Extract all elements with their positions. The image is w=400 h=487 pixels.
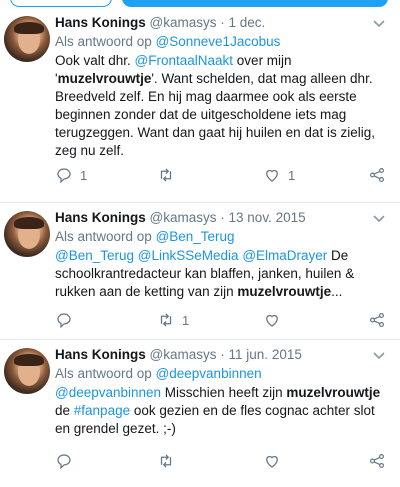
reply-to-prefix: Als antwoord op <box>55 229 156 244</box>
highlighted-term: muzelvrouwtje <box>237 284 332 299</box>
share-button[interactable] <box>368 310 386 330</box>
follow-button-partial[interactable] <box>10 0 112 7</box>
tweet-header: Hans Konings @kamasys · 11 jun. 2015 <box>55 346 386 364</box>
like-icon <box>266 314 278 327</box>
retweet-button[interactable]: 1 <box>157 310 189 330</box>
mention-link[interactable]: @ElmaDrayer <box>242 248 327 263</box>
tweet-date[interactable]: 13 nov. 2015 <box>229 210 306 225</box>
reply-to-handle[interactable]: @Ben_Terug <box>156 229 235 244</box>
separator: · <box>220 15 225 30</box>
author-handle[interactable]: @kamasys <box>150 210 217 225</box>
tweet[interactable]: Hans Konings @kamasys · 1 dec. Als antwo… <box>0 8 400 203</box>
author-handle[interactable]: @kamasys <box>150 347 217 362</box>
share-icon <box>370 454 384 468</box>
reply-icon <box>57 168 71 184</box>
chevron-down-icon[interactable] <box>372 348 386 362</box>
retweet-button[interactable] <box>157 451 182 471</box>
highlighted-term: muzelvrouwtje <box>57 71 152 86</box>
reply-button[interactable] <box>55 451 80 471</box>
mention-link[interactable]: @LinkSSeMedia <box>138 248 239 263</box>
tweet-date[interactable]: 1 dec. <box>229 15 266 30</box>
reply-to-prefix: Als antwoord op <box>55 366 156 381</box>
reply-to-handle[interactable]: @Sonneve1Jacobus <box>156 34 281 49</box>
primary-button-partial[interactable] <box>122 0 388 7</box>
tweet[interactable]: Hans Konings @kamasys · 13 nov. 2015 Als… <box>0 203 400 340</box>
author-name[interactable]: Hans Konings <box>55 347 146 362</box>
tweet-text-segment: Misschien heeft zijn <box>161 385 287 400</box>
like-icon <box>266 169 278 182</box>
tweet-header: Hans Konings @kamasys · 13 nov. 2015 <box>55 209 386 227</box>
tweet-text: Ook valt dhr. @FrontaalNaakt over mijn '… <box>55 52 386 160</box>
reply-icon <box>57 454 71 470</box>
avatar[interactable] <box>4 348 50 394</box>
reply-count: 1 <box>80 167 88 183</box>
reply-to-line: Als antwoord op @Ben_Terug <box>55 228 386 246</box>
reply-icon <box>57 313 71 329</box>
reply-button[interactable]: 1 <box>55 165 87 185</box>
share-icon <box>370 313 384 327</box>
reply-to-prefix: Als antwoord op <box>55 34 156 49</box>
tweet[interactable]: Hans Konings @kamasys · 11 jun. 2015 Als… <box>0 340 400 487</box>
retweet-count: 1 <box>182 312 190 328</box>
tweet-text-segment: de <box>55 403 74 418</box>
author-handle[interactable]: @kamasys <box>150 15 217 30</box>
like-button[interactable] <box>263 451 288 471</box>
tweet-text-segment: ... <box>331 284 343 299</box>
retweet-icon <box>160 454 172 468</box>
mention-link[interactable]: @FrontaalNaakt <box>135 53 234 68</box>
reply-to-line: Als antwoord op @deepvanbinnen <box>55 365 386 383</box>
mention-link[interactable]: @Ben_Terug <box>55 248 134 263</box>
tweet-date[interactable]: 11 jun. 2015 <box>229 347 302 362</box>
retweet-icon <box>160 168 172 182</box>
like-count: 1 <box>288 167 296 183</box>
reply-to-line: Als antwoord op @Sonneve1Jacobus <box>55 33 386 51</box>
tweet-actions <box>55 451 386 471</box>
tweet-text-segment: Ook valt dhr. <box>55 53 135 68</box>
separator: · <box>220 210 225 225</box>
retweet-icon <box>160 313 172 327</box>
like-icon <box>266 455 278 468</box>
like-button[interactable]: 1 <box>263 165 295 185</box>
share-button[interactable] <box>368 165 386 185</box>
top-buttons-partial <box>0 0 400 8</box>
tweet-header: Hans Konings @kamasys · 1 dec. <box>55 14 386 32</box>
author-name[interactable]: Hans Konings <box>55 210 146 225</box>
tweet-text: @Ben_Terug @LinkSSeMedia @ElmaDrayer De … <box>55 247 386 301</box>
hashtag-link[interactable]: #fanpage <box>74 403 130 418</box>
share-icon <box>370 168 384 182</box>
highlighted-term: muzelvrouwtje <box>286 385 381 400</box>
mention-link[interactable]: @deepvanbinnen <box>55 385 161 400</box>
tweet-text: @deepvanbinnen Misschien heeft zijn muze… <box>55 384 386 438</box>
like-button[interactable] <box>263 310 288 330</box>
tweet-actions: 1 1 <box>55 165 386 185</box>
reply-to-handle[interactable]: @deepvanbinnen <box>156 366 262 381</box>
retweet-button[interactable] <box>157 165 182 185</box>
avatar[interactable] <box>4 211 50 257</box>
separator: · <box>220 347 225 362</box>
author-name[interactable]: Hans Konings <box>55 15 146 30</box>
chevron-down-icon[interactable] <box>372 211 386 225</box>
tweet-actions: 1 <box>55 310 386 330</box>
reply-button[interactable] <box>55 310 80 330</box>
avatar[interactable] <box>4 16 50 62</box>
share-button[interactable] <box>368 451 386 471</box>
chevron-down-icon[interactable] <box>372 16 386 30</box>
